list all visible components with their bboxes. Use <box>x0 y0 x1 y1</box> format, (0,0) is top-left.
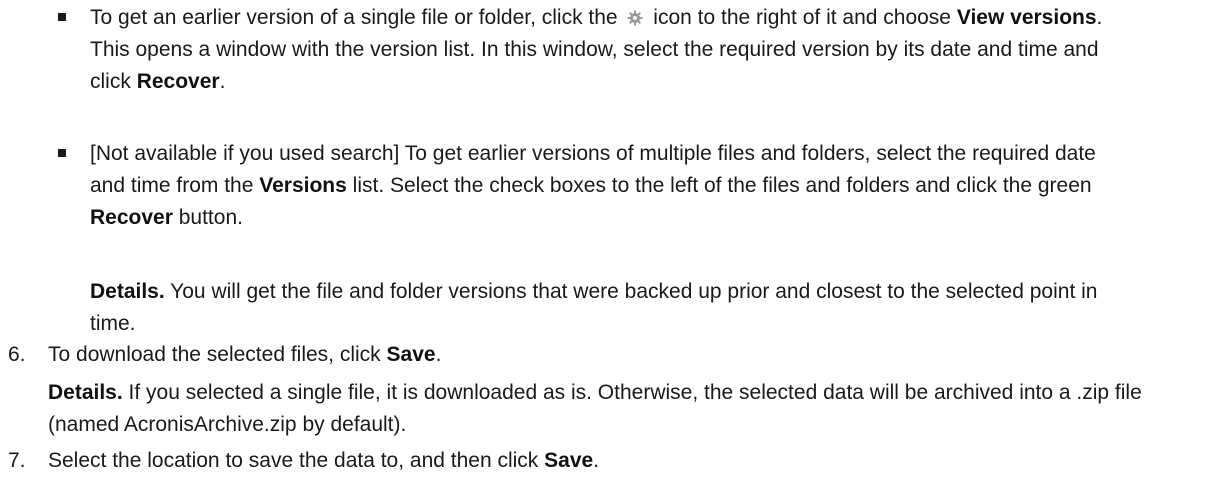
text-segment: Select the location to save the data to,… <box>48 449 539 472</box>
square-bullet-icon <box>58 13 66 21</box>
text-segment: . <box>593 449 600 472</box>
details-paragraph: Details. If you selected a single file, … <box>48 377 1168 441</box>
bullet-details: Details. You will get the file and folde… <box>0 276 1130 340</box>
text-segment: icon to the right of it and choose <box>653 6 951 29</box>
step-6: 6. To download the selected files, click… <box>0 339 1178 371</box>
details-text: If you selected a single file, it is dow… <box>48 381 1142 436</box>
bold-term-recover: Recover <box>136 70 220 93</box>
bullet-item-multiple-versions: [Not available if you used search] To ge… <box>0 138 1130 234</box>
text-segment: . <box>435 343 442 366</box>
text-segment: To download the selected files, click <box>48 343 381 366</box>
text-segment: . <box>219 70 226 93</box>
step-7: 7. Select the location to save the data … <box>0 445 1178 477</box>
gear-icon <box>627 10 643 26</box>
step-number: 7. <box>8 449 26 472</box>
step-6-details: Details. If you selected a single file, … <box>48 377 1168 441</box>
details-paragraph: Details. You will get the file and folde… <box>90 276 1130 340</box>
bold-term-recover: Recover <box>90 206 173 229</box>
square-bullet-icon <box>58 149 66 157</box>
bullet-paragraph: [Not available if you used search] To ge… <box>90 138 1130 234</box>
step-paragraph: To download the selected files, click Sa… <box>48 339 1178 371</box>
bold-term-view-versions: View versions <box>956 6 1097 29</box>
bold-term-save: Save <box>544 449 594 472</box>
step-paragraph: Select the location to save the data to,… <box>48 445 1178 477</box>
text-segment: list. Select the check boxes to the left… <box>352 174 1092 197</box>
details-text: You will get the file and folder version… <box>90 280 1098 335</box>
bold-term-versions: Versions <box>259 174 347 197</box>
bold-term-save: Save <box>386 343 436 366</box>
step-number: 6. <box>8 343 26 366</box>
text-segment: To get an earlier version of a single fi… <box>90 6 618 29</box>
bullet-item-view-versions: To get an earlier version of a single fi… <box>0 2 1130 98</box>
details-label: Details. <box>48 381 123 404</box>
bullet-paragraph: To get an earlier version of a single fi… <box>90 2 1130 98</box>
details-label: Details. <box>90 280 165 303</box>
text-segment: button. <box>178 206 243 229</box>
